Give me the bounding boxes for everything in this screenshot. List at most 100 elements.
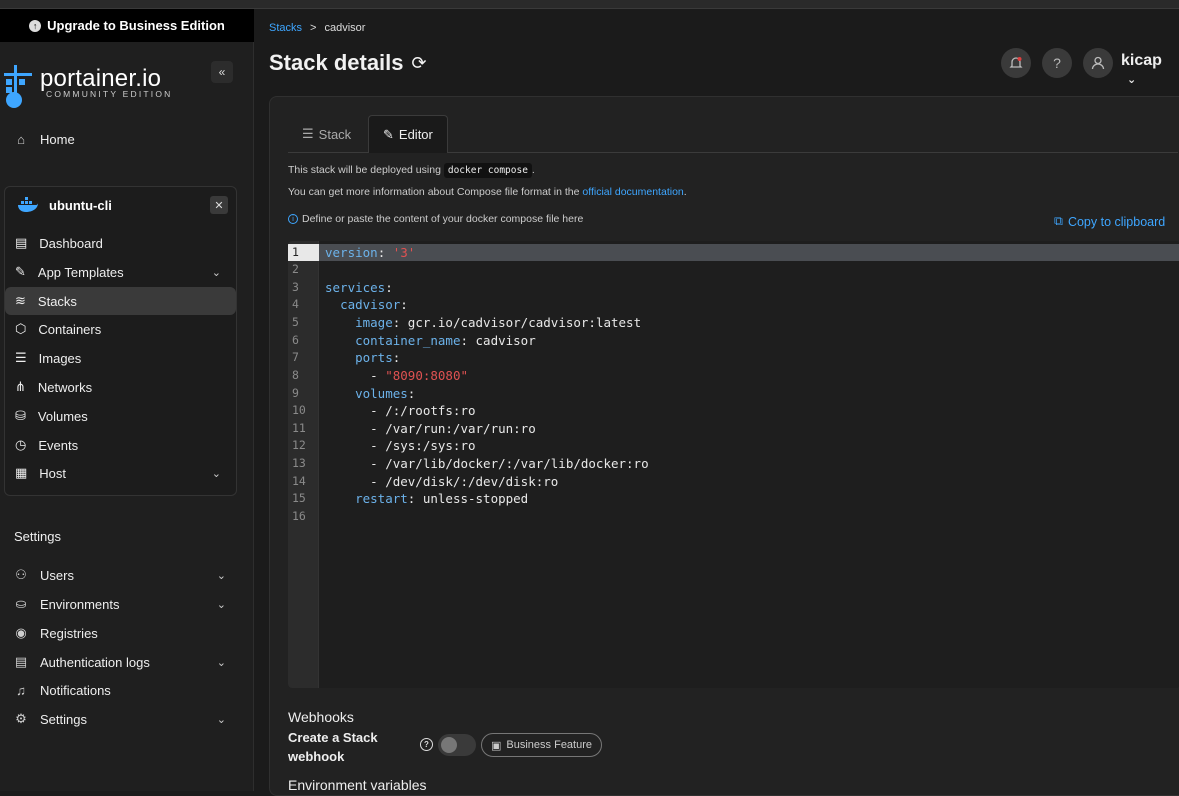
arrow-up-icon: ↑: [29, 19, 42, 32]
create-webhook-label: Create a Stack webhook: [288, 730, 378, 764]
list-icon: ☰: [302, 126, 314, 141]
refresh-icon[interactable]: ⟳: [412, 53, 427, 74]
chevron-down-icon: ⌄: [216, 598, 226, 611]
deploy-info: This stack will be deployed using docker…: [288, 163, 535, 178]
line-number: 5: [292, 315, 299, 329]
sidebar-item-authentication-logs[interactable]: ▤ Authentication logs ⌄: [14, 651, 226, 673]
line-number: 10: [292, 403, 306, 417]
sidebar-item-label: Home: [40, 131, 75, 147]
chevron-down-icon: ⌄: [216, 569, 226, 582]
line-number: 1: [288, 244, 319, 261]
copy-label: Copy to clipboard: [1067, 214, 1166, 229]
code-line: services:: [325, 280, 393, 295]
clock-icon: ◷: [15, 437, 27, 452]
tab-editor[interactable]: ✎ Editor: [368, 115, 448, 153]
chevron-down-icon: ⌄: [216, 656, 226, 669]
portainer-logo[interactable]: portainer.io COMMUNITY EDITION: [2, 59, 192, 109]
copy-to-clipboard-button[interactable]: ⧉ Copy to clipboard: [1054, 214, 1165, 229]
line-number: 12: [292, 438, 306, 452]
avatar[interactable]: [1083, 48, 1113, 78]
sidebar-item-registries[interactable]: ◉ Registries: [14, 622, 226, 644]
sidebar-item-home[interactable]: ⌂ Home: [14, 128, 75, 150]
portainer-logo-icon: [4, 65, 32, 108]
window-top-strip: [0, 0, 1179, 9]
settings-section-title: Settings: [14, 529, 61, 544]
compose-code-chip: docker compose: [443, 163, 532, 178]
sidebar-item-networks[interactable]: ⋔ Networks: [15, 376, 231, 398]
list-icon: ☰: [15, 350, 27, 365]
host-icon: ▦: [15, 465, 28, 480]
sidebar-item-label: Stacks: [37, 293, 77, 309]
main-content: Stacks > cadvisor Stack details ⟳ ? kica…: [255, 9, 1179, 796]
sidebar-item-label: Events: [38, 437, 79, 453]
code-line: cadvisor:: [340, 297, 408, 312]
sidebar-item-events[interactable]: ◷ Events: [15, 434, 231, 456]
define-hint-text: Define or paste the content of your dock…: [302, 213, 584, 225]
sidebar-item-label: Registries: [40, 625, 98, 641]
compose-editor[interactable]: 1 2 3 4 5 6 7 8 9 10 11 12 13 14 15 16 version: '3' ser…: [288, 241, 1179, 688]
code-line: - /var/run:/var/run:ro: [325, 421, 536, 436]
breadcrumb: Stacks > cadvisor: [269, 22, 365, 34]
sidebar-item-label: Users: [40, 567, 74, 583]
webhooks-title: Webhooks: [288, 709, 354, 725]
docs-info: You can get more information about Compo…: [288, 186, 687, 198]
sidebar-item-label: Images: [38, 350, 82, 366]
sidebar-item-environments[interactable]: ⛀ Environments ⌄: [14, 593, 226, 615]
bell-icon: [1009, 57, 1023, 68]
docker-icon: [18, 197, 38, 212]
sidebar: ↑ Upgrade to Business Edition portainer.…: [0, 9, 254, 791]
collapse-sidebar-button[interactable]: «: [211, 61, 233, 83]
sidebar-item-label: Settings: [40, 711, 87, 727]
help-button[interactable]: ?: [1042, 48, 1072, 78]
help-icon[interactable]: ?: [420, 738, 433, 751]
edit-icon: ✎: [15, 264, 26, 279]
chevron-down-icon: ⌄: [211, 467, 221, 480]
breadcrumb-stacks-link[interactable]: Stacks: [269, 22, 302, 34]
line-number: 2: [292, 262, 299, 276]
sidebar-item-users[interactable]: ⚇ Users ⌄: [14, 564, 226, 586]
tab-label: Editor: [398, 127, 433, 142]
deploy-info-suffix: .: [531, 164, 535, 176]
environment-header: ubuntu-cli: [17, 197, 112, 213]
help-icon: ?: [1053, 55, 1061, 71]
sidebar-item-settings[interactable]: ⚙ Settings ⌄: [14, 708, 226, 730]
sidebar-item-label: Authentication logs: [40, 654, 150, 670]
tab-bar: ☰ Stack ✎ Editor: [288, 115, 1178, 153]
sidebar-item-app-templates[interactable]: ✎ App Templates ⌄: [15, 261, 231, 283]
line-number: 4: [292, 297, 299, 311]
tab-stack[interactable]: ☰ Stack: [288, 115, 365, 153]
close-environment-button[interactable]: ✕: [210, 196, 228, 214]
copy-icon: ⧉: [1054, 214, 1063, 228]
business-feature-badge: ▣ Business Feature: [481, 733, 603, 757]
stack-details-card: ☰ Stack ✎ Editor This stack will be depl…: [269, 96, 1179, 796]
notifications-bell-button[interactable]: [1001, 48, 1031, 78]
badge-label: Business Feature: [506, 739, 593, 751]
sidebar-item-dashboard[interactable]: ▤ Dashboard: [15, 232, 231, 254]
sidebar-item-notifications[interactable]: ♫ Notifications: [14, 679, 226, 701]
username: kicap: [1121, 52, 1162, 69]
user-menu[interactable]: kicap ⌄: [1121, 52, 1179, 88]
code-line: version: '3': [325, 245, 416, 260]
sidebar-item-volumes[interactable]: ⛁ Volumes: [15, 405, 231, 427]
docs-info-text: You can get more information about Compo…: [288, 186, 580, 198]
sidebar-item-host[interactable]: ▦ Host ⌄: [15, 462, 231, 484]
line-number: 16: [292, 509, 306, 523]
line-number: 8: [292, 368, 299, 382]
bell-icon: ♫: [16, 682, 26, 698]
chevron-down-icon: ⌄: [211, 266, 221, 279]
official-documentation-link[interactable]: official documentation: [582, 186, 683, 198]
radio-icon: ◉: [15, 625, 27, 640]
upgrade-button[interactable]: ↑ Upgrade to Business Edition: [0, 9, 254, 42]
deploy-info-text: This stack will be deployed using: [288, 164, 441, 176]
sidebar-item-stacks[interactable]: ≋ Stacks: [5, 287, 236, 315]
user-icon: [1091, 56, 1105, 70]
chevron-down-icon: ⌄: [216, 713, 226, 726]
database-icon: ⛁: [15, 408, 26, 423]
info-icon: i: [288, 214, 298, 224]
sidebar-item-images[interactable]: ☰ Images: [15, 347, 231, 369]
sidebar-item-containers[interactable]: ⬡ Containers: [15, 318, 231, 340]
gear-icon: ⚙: [15, 711, 27, 726]
share-icon: ⋔: [15, 379, 26, 394]
create-webhook-toggle[interactable]: [438, 734, 476, 756]
sidebar-item-label: Dashboard: [39, 235, 103, 251]
